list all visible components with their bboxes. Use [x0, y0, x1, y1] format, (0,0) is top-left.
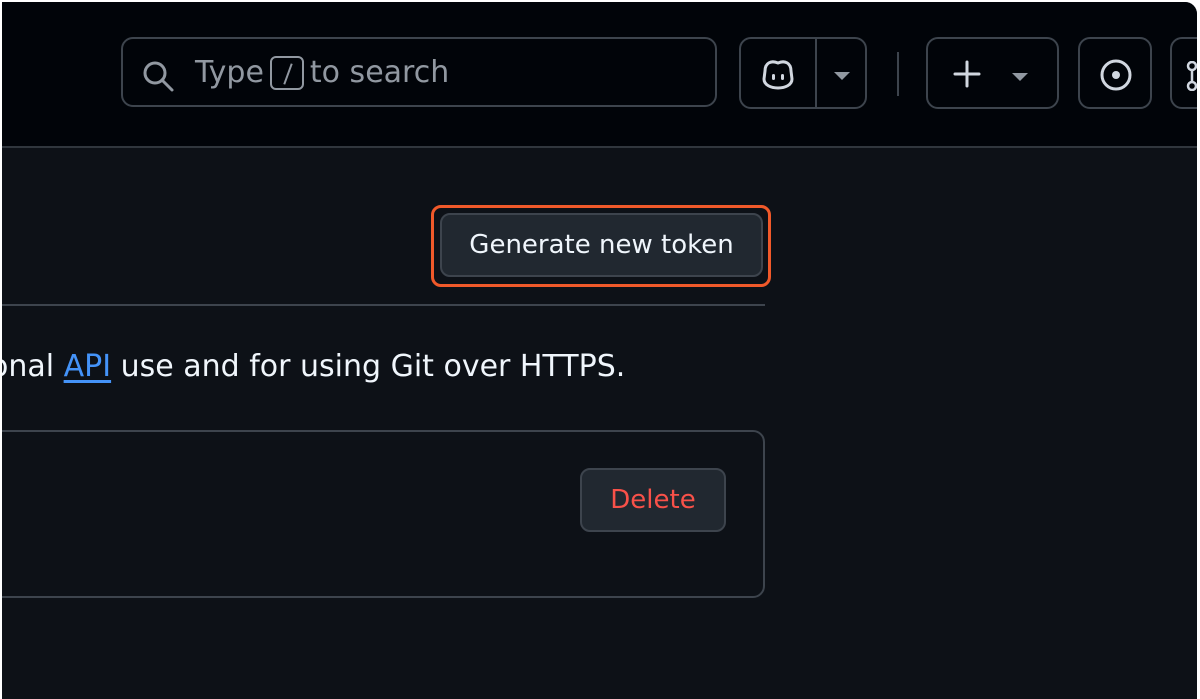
copilot-icon[interactable] — [759, 57, 797, 91]
search-placeholder: Type to search — [195, 55, 449, 90]
section-divider — [2, 304, 765, 306]
delete-token-button[interactable]: Delete — [580, 468, 726, 532]
search-suffix: to search — [309, 55, 450, 90]
top-header: Type to search — [2, 2, 1197, 148]
search-icon — [143, 61, 174, 92]
app-window: Type to search Generate new token nal AP… — [2, 2, 1197, 699]
search-prefix: Type — [195, 55, 264, 90]
tokens-description: onal API use and for using Git over HTTP… — [2, 349, 625, 384]
copilot-button-group — [739, 37, 867, 109]
issue-opened-icon — [1100, 59, 1132, 91]
copilot-divider — [815, 39, 817, 107]
create-new-button[interactable] — [926, 37, 1059, 109]
generate-new-token-button[interactable]: Generate new token — [440, 213, 763, 277]
issues-button[interactable] — [1078, 37, 1152, 109]
chevron-down-icon — [1012, 73, 1028, 81]
plus-icon — [953, 60, 981, 88]
header-separator — [897, 52, 899, 96]
chevron-down-icon[interactable] — [834, 72, 850, 80]
api-link[interactable]: API — [64, 349, 111, 384]
pull-requests-button[interactable] — [1170, 37, 1197, 109]
slash-shortcut-key — [269, 55, 304, 90]
search-input[interactable]: Type to search — [121, 37, 717, 107]
description-text-before: onal — [2, 349, 55, 384]
git-pull-request-icon — [1186, 61, 1197, 91]
description-text-after: use and for using Git over HTTPS. — [111, 349, 626, 384]
